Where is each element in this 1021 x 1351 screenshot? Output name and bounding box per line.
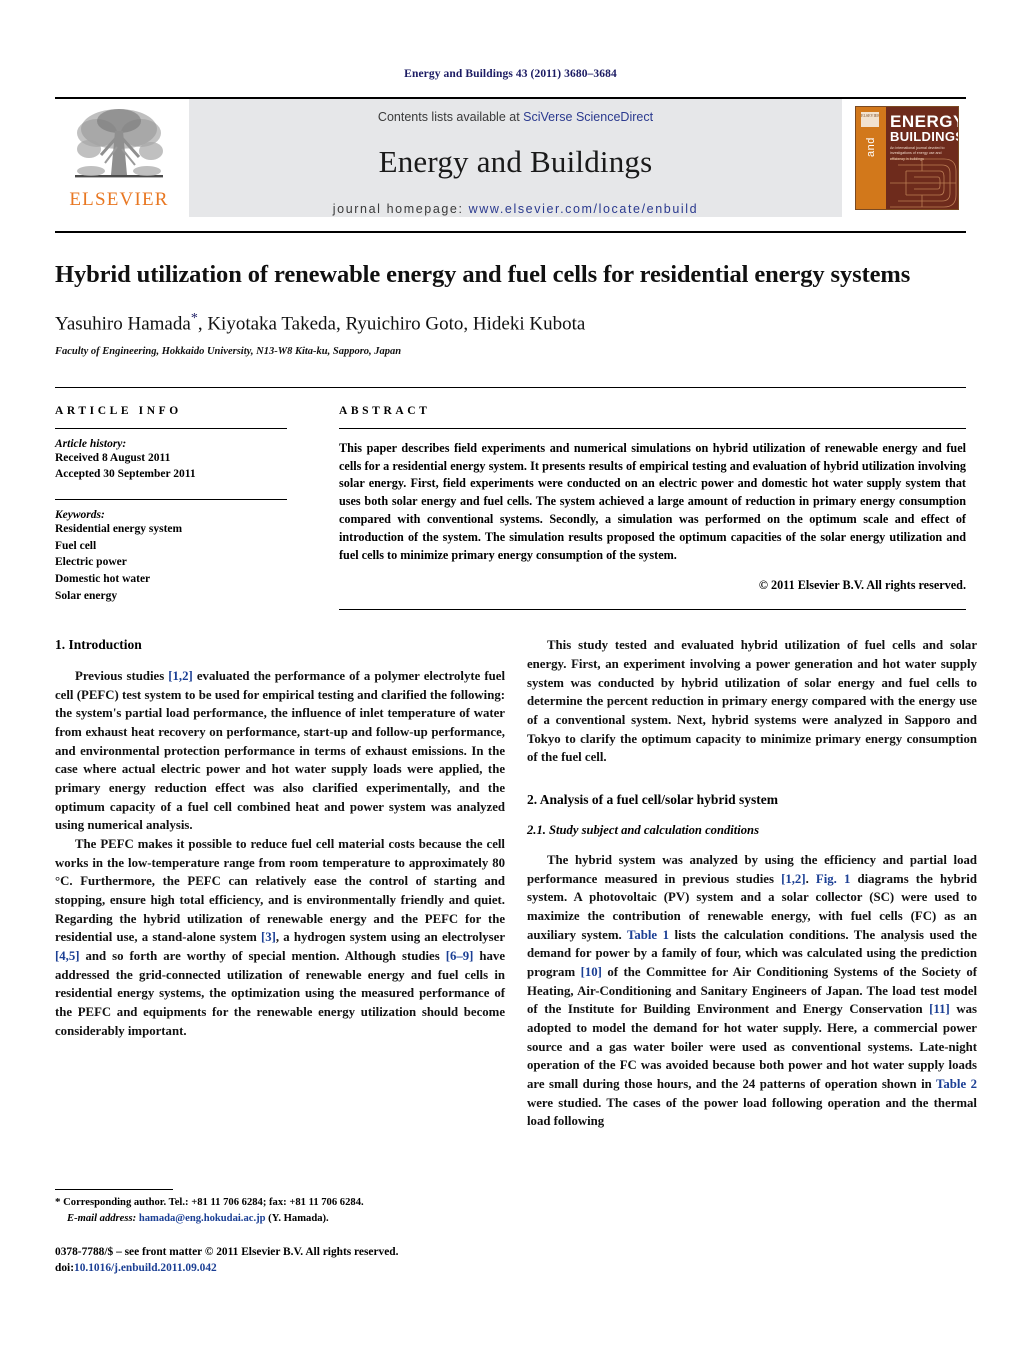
keyword-item: Electric power	[55, 556, 127, 569]
citation-ref[interactable]: [10]	[581, 965, 602, 979]
para2-text-b: , a hydrogen system using an electrolyse…	[275, 930, 505, 945]
issn-front-matter: 0378-7788/$ – see front matter © 2011 El…	[55, 1245, 399, 1258]
para2-text-c: and so forth are worthy of special menti…	[79, 949, 446, 963]
table-ref[interactable]: Table 2	[936, 1077, 977, 1091]
keywords-divider	[55, 499, 287, 501]
abstract-column: ABSTRACT This paper describes field expe…	[313, 388, 966, 611]
abstract-text: This paper describes field experiments a…	[339, 440, 966, 562]
body-column-right: This study tested and evaluated hybrid u…	[527, 636, 977, 1131]
paragraph-analysis-1: The hybrid system was analyzed by using …	[527, 851, 977, 1131]
para4-text-g: were studied. The cases of the power loa…	[527, 1095, 977, 1129]
keyword-item: Fuel cell	[55, 539, 97, 552]
citation-ref[interactable]: [6–9]	[446, 949, 474, 963]
citation-ref[interactable]: [11]	[929, 1002, 950, 1016]
journal-homepage-link[interactable]: www.elsevier.com/locate/enbuild	[469, 202, 699, 216]
sciencedirect-link[interactable]: SciVerse ScienceDirect	[523, 110, 653, 124]
cover-energy-word: ENERGY	[890, 112, 958, 131]
section-heading-introduction: 1. Introduction	[55, 637, 142, 653]
email-owner: (Y. Hamada).	[265, 1212, 329, 1224]
journal-band: Contents lists available at SciVerse Sci…	[189, 99, 842, 217]
para1-text-a: Previous studies	[75, 668, 169, 683]
abstract-divider	[339, 427, 966, 429]
corresponding-author-note: * Corresponding author. Tel.: +81 11 706…	[55, 1195, 505, 1226]
keyword-item: Solar energy	[55, 589, 118, 602]
citation-ref[interactable]: [4,5]	[55, 949, 80, 963]
journal-cover-thumbnail: ELSEVIER and ENERGY BUILDINGS An interna…	[848, 99, 966, 217]
corresponding-author-text: Corresponding author. Tel.: +81 11 706 6…	[60, 1196, 364, 1208]
paragraph-intro-2: The PEFC makes it possible to reduce fue…	[55, 835, 505, 1040]
section-heading-analysis: 2. Analysis of a fuel cell/solar hybrid …	[527, 792, 779, 808]
para1-text-b: evaluated the performance of a polymer e…	[55, 668, 506, 833]
keywords-label: Keywords:	[55, 509, 105, 522]
cover-art: ELSEVIER and ENERGY BUILDINGS An interna…	[855, 106, 959, 210]
author-first: Yasuhiro Hamada	[55, 313, 191, 335]
elsevier-logo: ELSEVIER	[55, 99, 183, 217]
body-column-left: 1. Introduction Previous studies [1,2] e…	[55, 636, 505, 1131]
journal-masthead: ELSEVIER Contents lists available at Sci…	[55, 97, 966, 217]
corresponding-author-marker: *	[190, 311, 198, 327]
citation-ref[interactable]: [1,2]	[781, 872, 806, 886]
para2-text-a: The PEFC makes it possible to reduce fue…	[55, 836, 505, 945]
contents-prefix: Contents lists available at	[377, 110, 524, 124]
paragraph-intro-1: Previous studies [1,2] evaluated the per…	[55, 667, 505, 835]
keyword-item: Domestic hot water	[55, 573, 151, 586]
figure-ref[interactable]: Fig. 1	[816, 872, 850, 886]
subsection-heading-study-subject: 2.1. Study subject and calculation condi…	[527, 822, 759, 837]
contents-available-line: Contents lists available at SciVerse Sci…	[378, 110, 653, 124]
email-address-label: E-mail address:	[67, 1212, 137, 1224]
body-columns: 1. Introduction Previous studies [1,2] e…	[55, 636, 977, 1131]
keywords-list: Residential energy system Fuel cell Elec…	[55, 521, 287, 604]
article-info-column: ARTICLE INFO Article history: Received 8…	[55, 388, 313, 611]
journal-homepage-line: journal homepage: www.elsevier.com/locat…	[333, 202, 698, 216]
running-head: Energy and Buildings 43 (2011) 3680–3684	[404, 68, 617, 80]
received-date: Received 8 August 2011	[55, 451, 171, 464]
article-info-divider	[55, 427, 287, 429]
footnote-block: * Corresponding author. Tel.: +81 11 706…	[55, 1188, 505, 1276]
citation-ref[interactable]: [1,2]	[168, 669, 193, 683]
affiliation: Faculty of Engineering, Hokkaido Univers…	[55, 345, 402, 357]
cover-floorplan-graphic	[890, 158, 957, 208]
journal-title: Energy and Buildings	[378, 144, 653, 179]
info-abstract-block: ARTICLE INFO Article history: Received 8…	[55, 386, 966, 611]
paper-page: Energy and Buildings 43 (2011) 3680–3684	[0, 0, 1021, 1351]
abstract-copyright: © 2011 Elsevier B.V. All rights reserved…	[758, 578, 966, 593]
para4-text-b: .	[805, 871, 816, 886]
doi-label: doi:	[55, 1261, 74, 1274]
keyword-item: Residential energy system	[55, 523, 183, 536]
doi-line: doi:10.1016/j.enbuild.2011.09.042	[55, 1260, 505, 1276]
page-title: Hybrid utilization of renewable energy a…	[55, 261, 911, 288]
author-list: Yasuhiro Hamada*, Kiyotaka Takeda, Ryuic…	[55, 311, 966, 335]
citation-ref[interactable]: [3]	[261, 930, 276, 944]
cover-and-word: and	[865, 137, 877, 157]
elsevier-wordmark: ELSEVIER	[69, 189, 169, 210]
accepted-date: Accepted 30 September 2011	[55, 468, 196, 481]
article-info-heading: ARTICLE INFO	[55, 404, 182, 417]
abstract-bottom-divider	[339, 609, 966, 611]
title-divider	[55, 231, 966, 233]
cover-right-panel: ENERGY BUILDINGS An international journa…	[886, 107, 958, 209]
imprint-block: 0378-7788/$ – see front matter © 2011 El…	[55, 1244, 505, 1276]
cover-buildings-word: BUILDINGS	[890, 129, 958, 144]
cover-elsevier-mark: ELSEVIER	[861, 112, 879, 127]
cover-left-panel: ELSEVIER and	[856, 107, 886, 209]
doi-link[interactable]: 10.1016/j.enbuild.2011.09.042	[74, 1262, 217, 1274]
abstract-heading: ABSTRACT	[339, 404, 431, 417]
author-rest: , Kiyotaka Takeda, Ryuichiro Goto, Hidek…	[197, 313, 586, 335]
email-link[interactable]: hamada@eng.hokudai.ac.jp	[139, 1213, 266, 1224]
table-ref[interactable]: Table 1	[627, 928, 669, 942]
paragraph-intro-3: This study tested and evaluated hybrid u…	[527, 638, 977, 765]
homepage-prefix: journal homepage:	[332, 202, 469, 216]
footnote-divider	[55, 1188, 173, 1190]
elsevier-tree-icon	[75, 109, 163, 178]
article-history-label: Article history:	[55, 437, 127, 450]
